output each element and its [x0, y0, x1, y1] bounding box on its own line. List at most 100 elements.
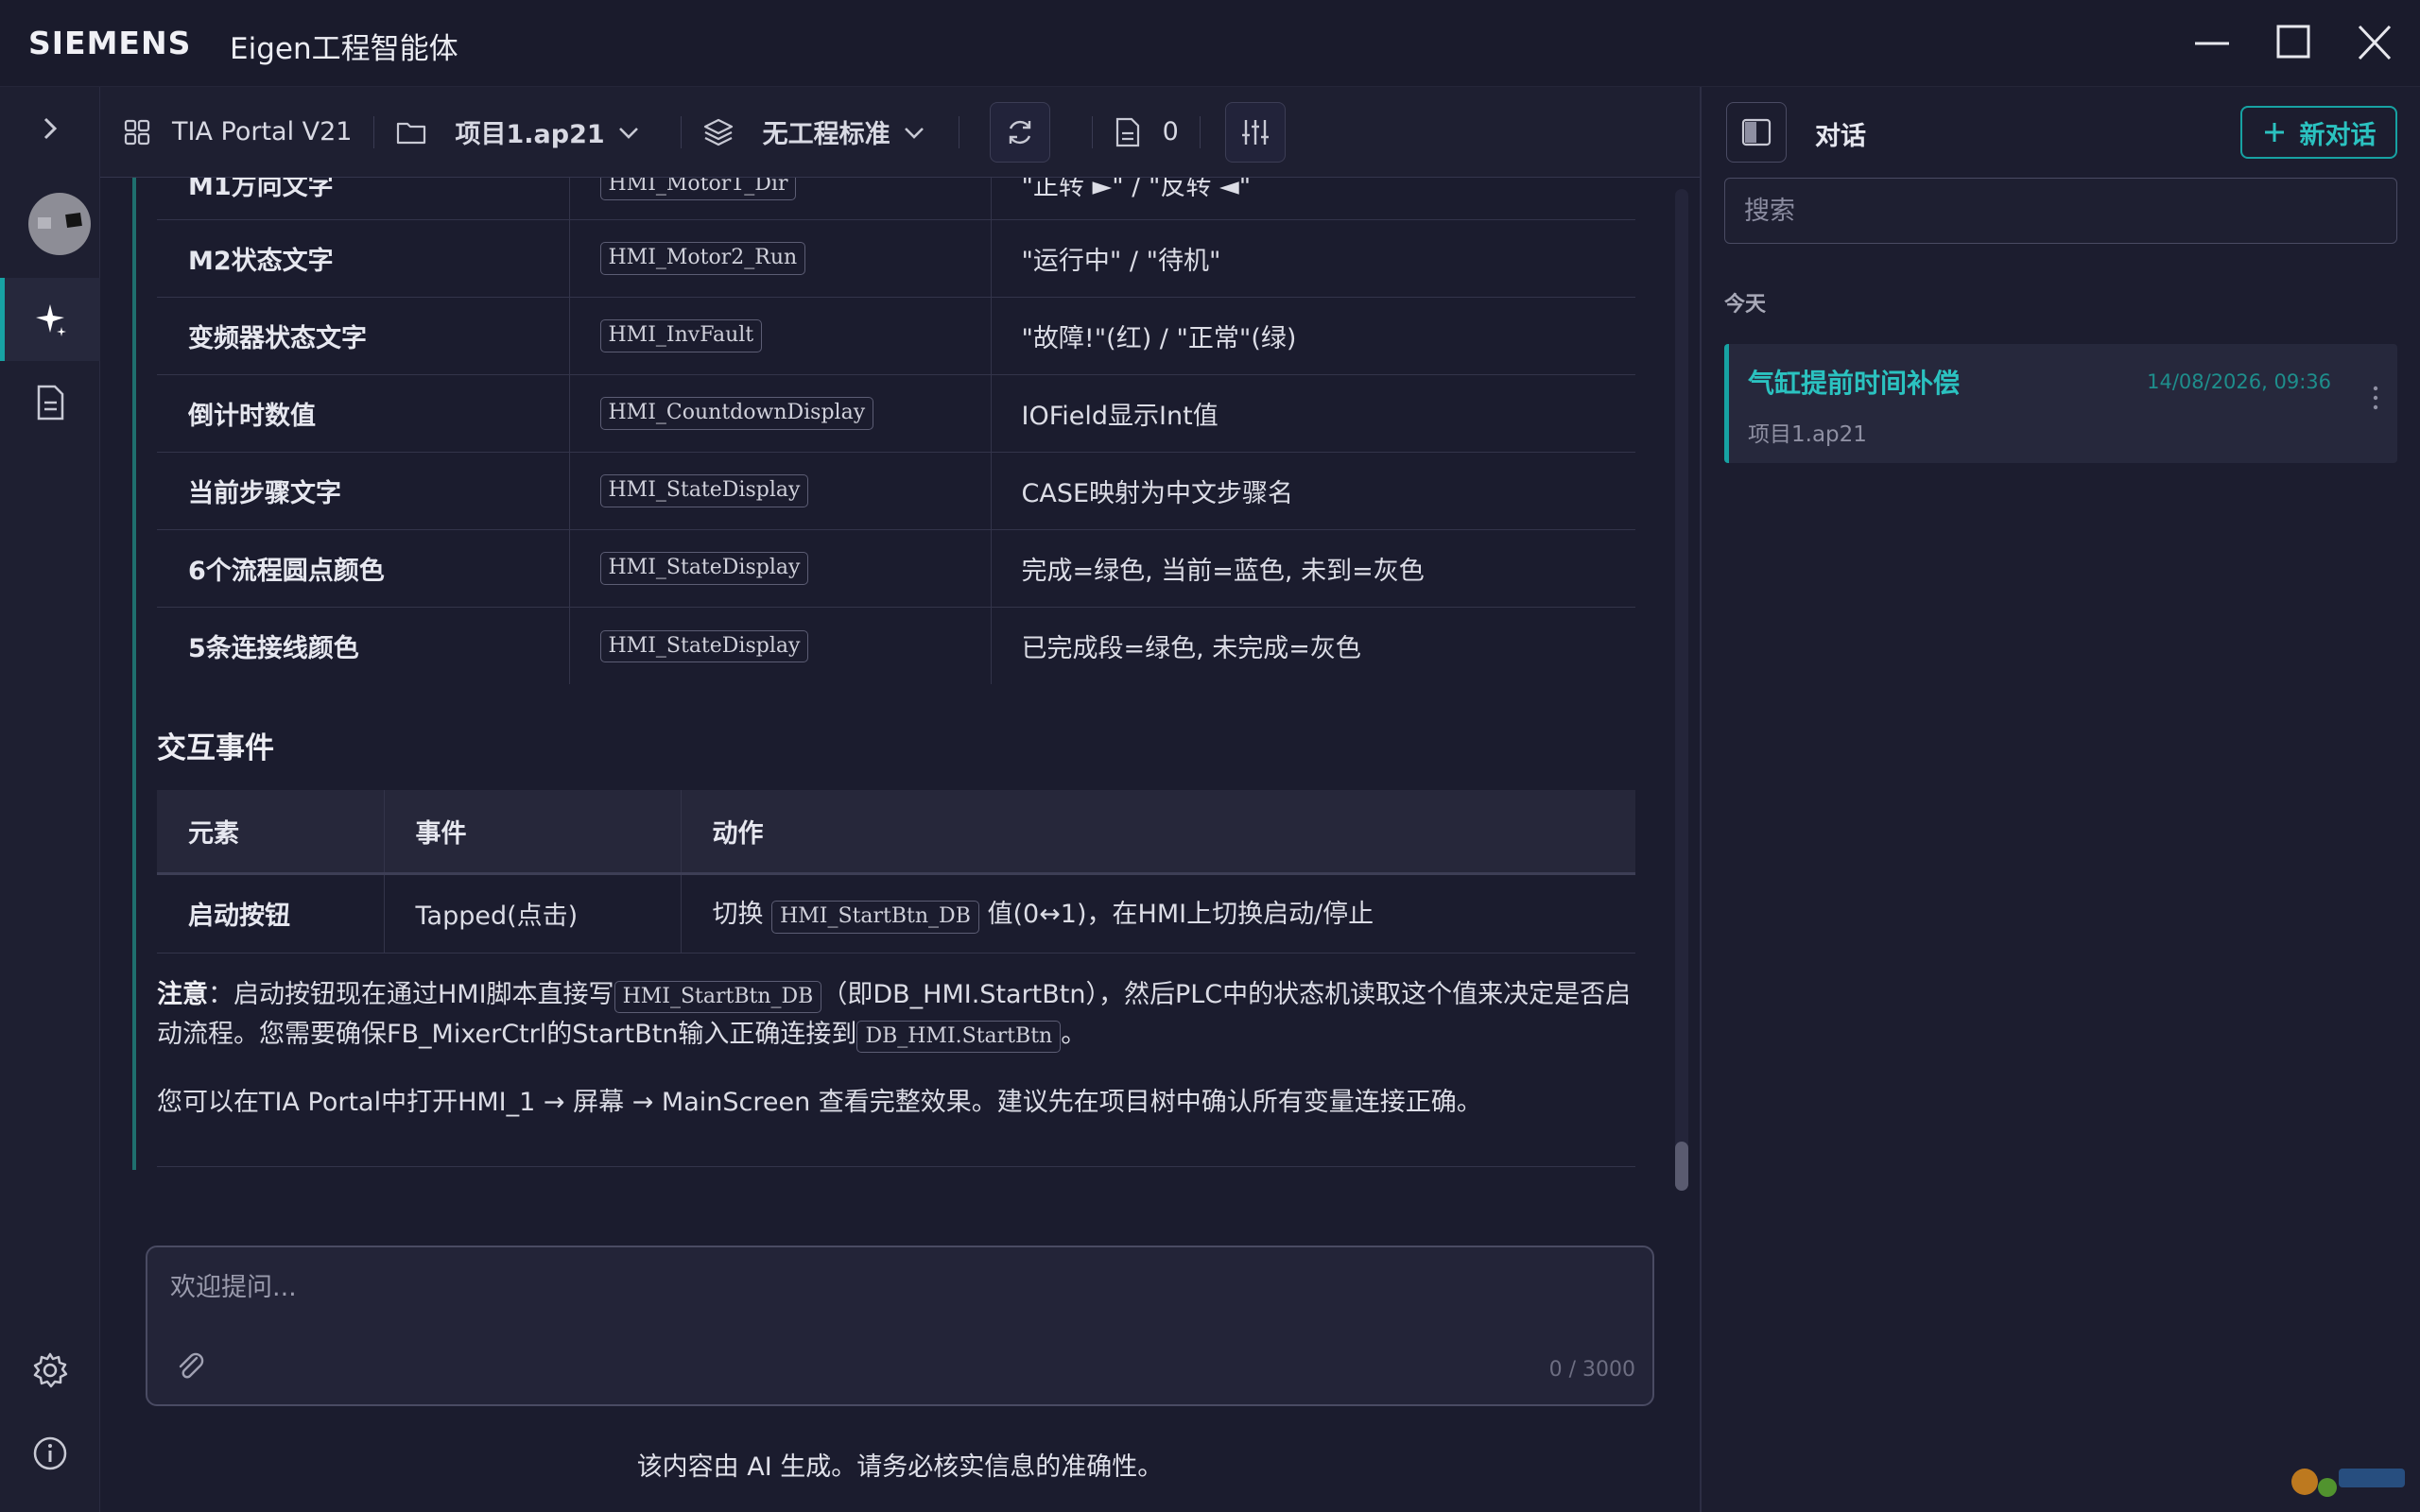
toolbar-divider [1199, 115, 1201, 148]
document-icon [37, 385, 64, 421]
avatar-image-icon [38, 212, 82, 229]
note-label: 注意 [157, 980, 208, 1009]
project-label: 项目1.ap21 [455, 120, 605, 149]
table-header: 元素 [157, 790, 385, 875]
chat-input-box[interactable]: 欢迎提问... 0 / 3000 [146, 1246, 1654, 1406]
table-cell-tag: HMI_InvFault [569, 297, 992, 375]
minimize-icon [2195, 42, 2229, 45]
table-row: 启动按钮 Tapped(点击) 切换 HMI_StartBtn_DB 值(0↔1… [157, 873, 1635, 954]
portal-version-selector[interactable]: TIA Portal V21 [123, 117, 353, 146]
table-cell-element: 变频器状态文字 [157, 297, 570, 375]
close-button[interactable] [2346, 19, 2403, 68]
sidebar-item-assistant[interactable] [0, 278, 100, 361]
note-paragraph: 注意：启动按钮现在通过HMI脚本直接写 HMI_StartBtn_DB （即DB_H… [157, 975, 1641, 1055]
toolbar-divider [1091, 115, 1093, 148]
layers-icon [703, 118, 733, 146]
table-row: 当前步骤文字 HMI_StateDisplay CASE映射为中文步骤名 [157, 452, 1635, 530]
new-chat-button[interactable]: 新对话 [2240, 106, 2397, 159]
sparkle-icon [36, 304, 66, 336]
toolbar: TIA Portal V21 项目1.ap21 无工程标准 0 [100, 87, 1700, 178]
code-tag: HMI_InvFault [599, 319, 763, 352]
apps-grid-icon [124, 119, 150, 145]
table-cell-element: 5条连接线颜色 [157, 607, 570, 684]
chevron-down-icon [904, 127, 924, 139]
code-tag: HMI_CountdownDisplay [599, 397, 874, 430]
table-cell-desc: 已完成段=绿色, 未完成=灰色 [1021, 633, 1361, 663]
table-row: M1方向文字 HMI_Motor1_Dir "正转 ►" / "反转 ◄" [157, 178, 1635, 220]
message-accent-line [132, 178, 136, 1170]
table-cell-desc: 完成=绿色, 当前=蓝色, 未到=灰色 [991, 529, 1635, 608]
chat-input-placeholder: 欢迎提问... [170, 1273, 297, 1302]
settings-sliders-button[interactable] [1224, 101, 1286, 163]
panel-title: 对话 [1815, 122, 1866, 151]
app-title: Eigen工程智能体 [230, 32, 458, 66]
table-cell-tag: HMI_Motor1_Dir [569, 178, 992, 220]
code-tag: HMI_StartBtn_DB [614, 981, 822, 1014]
settings-button[interactable] [0, 1329, 100, 1412]
code-tag: HMI_StateDisplay [599, 629, 809, 662]
panel-layout-icon [1741, 118, 1772, 146]
table-cell-element: 6个流程圆点颜色 [157, 529, 570, 608]
chat-scrollbar[interactable] [1675, 189, 1688, 1191]
conversation-item[interactable]: 气缸提前时间补偿 14/08/2026, 09:36 项目1.ap21 [1724, 344, 2397, 463]
folder-icon [396, 122, 425, 144]
table-row: 5条连接线颜色 HMI_StateDisplay 已完成段=绿色, 未完成=灰色 [157, 607, 1635, 684]
table-row: 6个流程圆点颜色 HMI_StateDisplay 完成=绿色, 当前=蓝色, … [157, 529, 1635, 608]
minimize-button[interactable] [2184, 19, 2240, 68]
table-header: 动作 [681, 790, 1635, 875]
attach-button[interactable] [174, 1349, 206, 1385]
table-cell-event: Tapped(点击) [384, 873, 682, 954]
maximize-icon [2276, 25, 2310, 59]
events-heading: 交互事件 [157, 731, 274, 765]
action-text: 值(0↔1)，在HMI上切换启动/停止 [987, 900, 1374, 930]
watermark-logo-icon [2291, 1469, 2405, 1497]
note-text: 。 [1061, 1020, 1087, 1049]
table-cell-tag: HMI_StateDisplay [569, 607, 992, 684]
conversation-more-button[interactable] [2371, 384, 2380, 416]
code-tag: HMI_Motor1_Dir [599, 178, 797, 201]
conversation-title: 气缸提前时间补偿 [1748, 368, 1961, 399]
scrollbar-thumb[interactable] [1675, 1142, 1688, 1191]
new-chat-label: 新对话 [2299, 120, 2377, 150]
expand-sidebar-button[interactable] [0, 87, 100, 170]
conversation-project: 项目1.ap21 [1748, 422, 1867, 447]
action-text: 切换 [712, 900, 764, 930]
table-row: 变频器状态文字 HMI_InvFault "故障!"(红) / "正常"(绿) [157, 297, 1635, 375]
maximize-button[interactable] [2265, 19, 2322, 68]
close-icon [2358, 25, 2392, 60]
note-text: ：启动按钮现在通过HMI脚本直接写 [208, 980, 614, 1009]
refresh-icon [1009, 120, 1030, 144]
table-row: M2状态文字 HMI_Motor2_Run "运行中" / "待机" [157, 219, 1635, 298]
plus-icon [2264, 123, 2284, 142]
left-sidebar [0, 87, 100, 1512]
events-table: 元素 事件 动作 启动按钮 Tapped(点击) 切换 HMI_StartBtn… [157, 790, 1635, 954]
refresh-button[interactable] [989, 101, 1050, 163]
conversation-search-input[interactable] [1724, 178, 2397, 244]
toggle-panel-button[interactable] [1726, 102, 1787, 163]
table-cell-desc: IOField显示Int值 [991, 374, 1635, 453]
tip-paragraph: 您可以在TIA Portal中打开HMI_1 → 屏幕 → MainScreen… [157, 1088, 1482, 1117]
documents-counter[interactable]: 0 [1114, 116, 1179, 148]
sidebar-item-documents[interactable] [0, 361, 100, 444]
table-cell-tag: HMI_Motor2_Run [569, 219, 992, 298]
chevron-down-icon [618, 127, 638, 139]
avatar[interactable] [28, 193, 91, 255]
document-count: 0 [1162, 117, 1179, 146]
code-tag: HMI_StartBtn_DB [771, 901, 979, 934]
chat-message-area: M1方向文字 HMI_Motor1_Dir "正转 ►" / "反转 ◄" M2… [132, 178, 1664, 1170]
ai-disclaimer: 该内容由 AI 生成。请务必核实信息的准确性。 [636, 1452, 1164, 1482]
gear-icon [33, 1352, 68, 1388]
code-tag: HMI_Motor2_Run [599, 242, 806, 275]
table-cell-tag: HMI_StateDisplay [569, 529, 992, 608]
standard-selector[interactable]: 无工程标准 [702, 113, 928, 150]
chevron-right-icon [43, 117, 58, 140]
conversation-date: 14/08/2026, 09:36 [2147, 370, 2331, 393]
toolbar-divider [372, 115, 374, 148]
project-selector[interactable]: 项目1.ap21 [395, 113, 643, 150]
table-cell-tag: HMI_StateDisplay [569, 452, 992, 530]
table-cell-element: M1方向文字 [157, 178, 570, 220]
paperclip-icon [179, 1352, 204, 1379]
status-table: M1方向文字 HMI_Motor1_Dir "正转 ►" / "反转 ◄" M2… [157, 178, 1635, 684]
table-cell-desc: "故障!"(红) / "正常"(绿) [991, 297, 1635, 375]
group-label-today: 今天 [1724, 293, 1767, 317]
